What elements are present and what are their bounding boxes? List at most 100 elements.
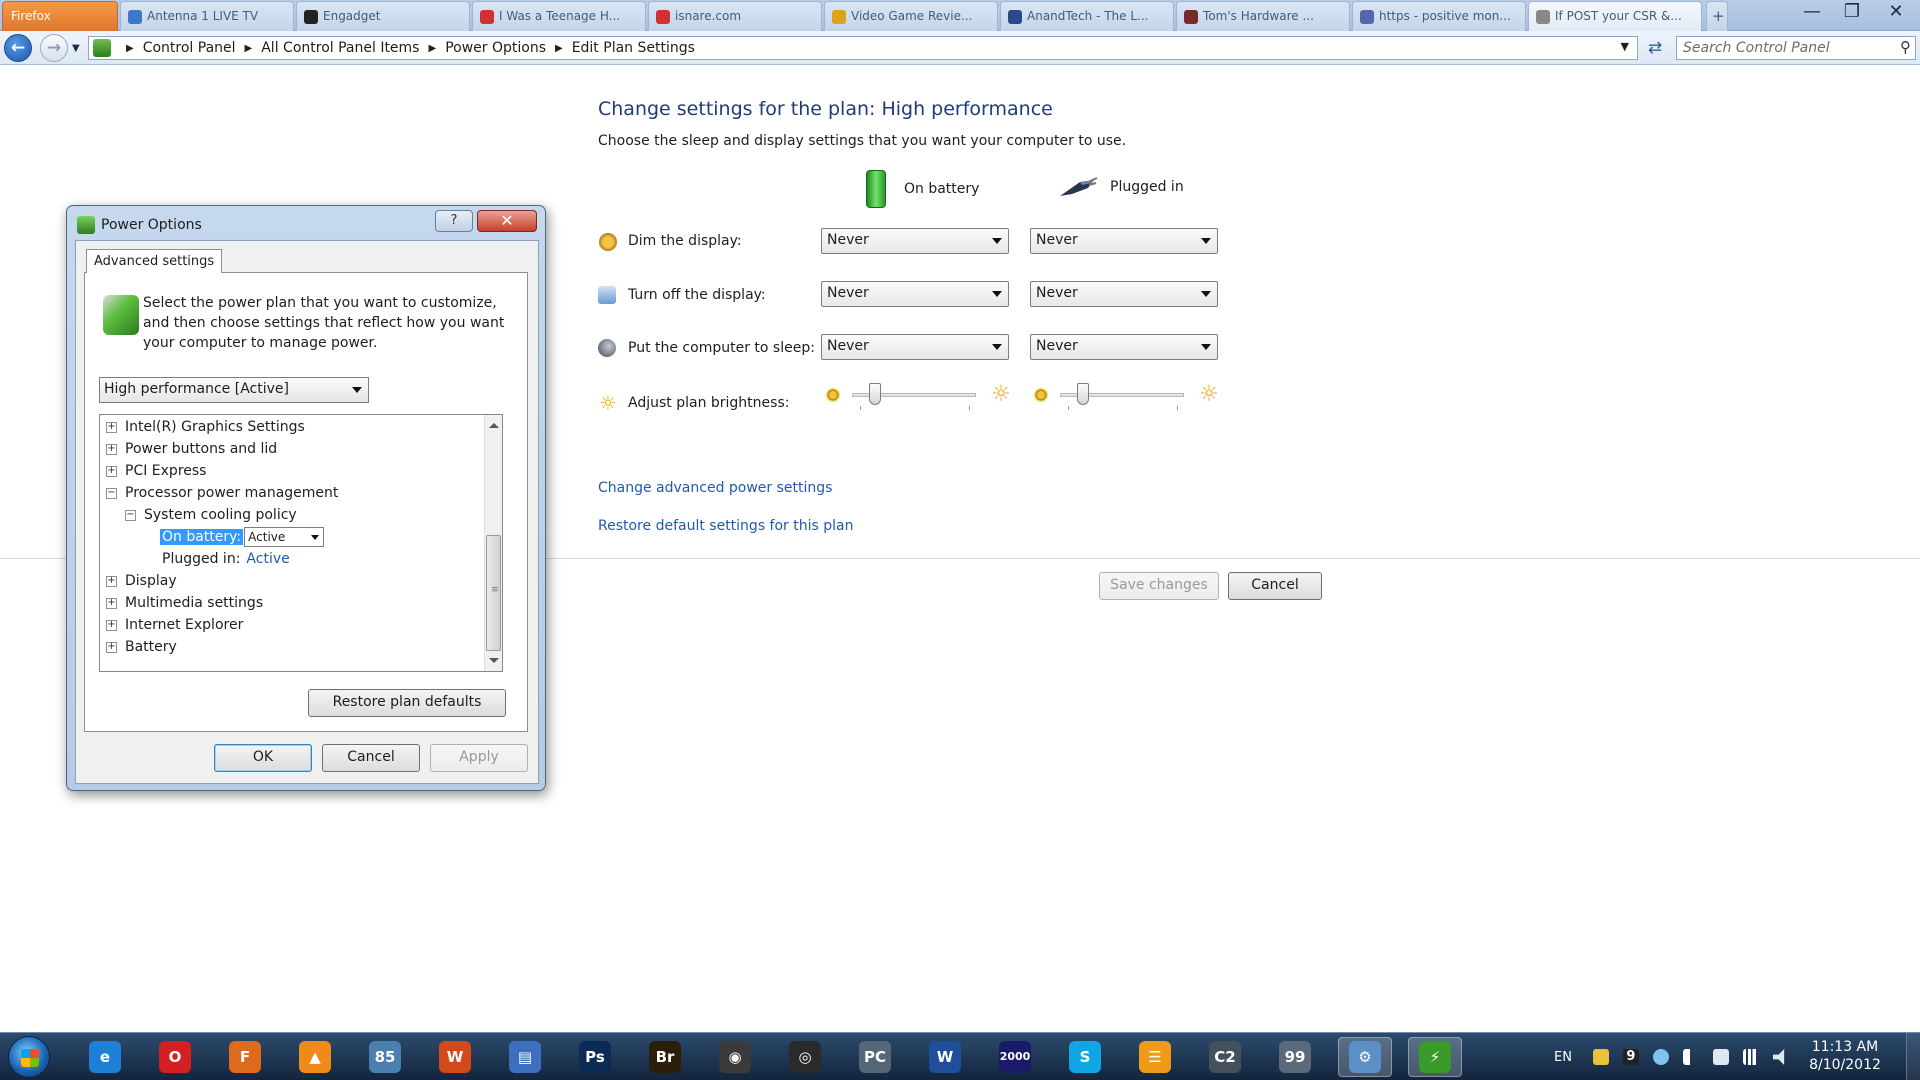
taskbar-wow-button[interactable]: W xyxy=(428,1037,482,1077)
tree-item-internet-explorer[interactable]: + Internet Explorer xyxy=(106,615,243,635)
expand-icon[interactable]: + xyxy=(106,575,117,587)
breadcrumb-control-panel[interactable]: Control Panel xyxy=(143,40,236,56)
collapse-icon[interactable]: − xyxy=(106,487,117,499)
collapse-icon[interactable]: − xyxy=(125,509,136,521)
clock[interactable]: 11:13 AM 8/10/2012 xyxy=(1800,1038,1890,1074)
advanced-settings-link[interactable]: Change advanced power settings xyxy=(598,480,832,496)
tree-item-processor[interactable]: − Processor power management xyxy=(106,483,338,503)
power-plan-select[interactable]: High performance [Active] xyxy=(99,377,369,403)
ok-button[interactable]: OK xyxy=(214,744,312,772)
taskbar-monitor-99-button[interactable]: 99 xyxy=(1268,1037,1322,1077)
tree-scrollbar[interactable]: ≡ xyxy=(484,415,502,671)
dim-display-battery-select[interactable]: Never xyxy=(821,228,1009,254)
browser-tab[interactable]: Tom's Hardware ... xyxy=(1176,1,1350,31)
scroll-up-icon[interactable] xyxy=(489,423,499,428)
taskbar-camera-button[interactable]: ◉ xyxy=(708,1037,762,1077)
scroll-thumb[interactable]: ≡ xyxy=(486,535,501,651)
tab-advanced-settings[interactable]: Advanced settings xyxy=(86,249,223,273)
restore-plan-defaults-button[interactable]: Restore plan defaults xyxy=(308,689,506,717)
maximize-button[interactable]: ❐ xyxy=(1832,0,1872,26)
tree-item-graphics[interactable]: + Intel(R) Graphics Settings xyxy=(106,417,305,437)
taskbar-firefox-button[interactable]: F xyxy=(218,1037,272,1077)
chevron-right-icon[interactable]: ▶ xyxy=(555,43,563,54)
power-battery-icon[interactable] xyxy=(1712,1049,1729,1065)
breadcrumb-all-items[interactable]: All Control Panel Items xyxy=(261,40,419,56)
close-window-button[interactable]: ✕ xyxy=(1872,0,1920,26)
browser-tab[interactable]: isnare.com xyxy=(648,1,822,31)
browser-tab[interactable]: Antenna 1 LIVE TV xyxy=(120,1,294,31)
taskbar-ardt-2000-button[interactable]: 2000 xyxy=(988,1037,1042,1077)
turn-off-display-plugged-select[interactable]: Never xyxy=(1030,281,1218,307)
tree-item-multimedia[interactable]: + Multimedia settings xyxy=(106,593,263,613)
search-icon[interactable]: ⚲ xyxy=(1900,38,1911,56)
expand-icon[interactable]: + xyxy=(106,641,117,653)
tree-item-display[interactable]: + Display xyxy=(106,571,177,591)
sleep-plugged-select[interactable]: Never xyxy=(1030,334,1218,360)
browser-tab[interactable]: Engadget xyxy=(296,1,470,31)
breadcrumb[interactable]: ▶ Control Panel ▶ All Control Panel Item… xyxy=(88,36,1638,60)
dim-display-plugged-select[interactable]: Never xyxy=(1030,228,1218,254)
breadcrumb-power-options[interactable]: Power Options xyxy=(445,40,546,56)
tree-item-battery[interactable]: + Battery xyxy=(106,637,177,657)
help-button[interactable]: ? xyxy=(435,210,473,232)
expand-icon[interactable]: + xyxy=(106,443,117,455)
tree-item-power-buttons[interactable]: + Power buttons and lid xyxy=(106,439,277,459)
taskbar-power-options-button[interactable]: ⚡ xyxy=(1408,1037,1462,1077)
minimize-button[interactable]: — xyxy=(1792,0,1832,26)
show-desktop-button[interactable] xyxy=(1906,1033,1920,1080)
tree-item-pci-express[interactable]: + PCI Express xyxy=(106,461,206,481)
volume-icon[interactable] xyxy=(1772,1049,1785,1065)
forward-button[interactable]: → xyxy=(40,34,68,62)
taskbar-control-panel-button[interactable]: ⚙ xyxy=(1338,1037,1392,1077)
start-button[interactable] xyxy=(8,1036,50,1078)
taskbar-internet-explorer-button[interactable]: e xyxy=(78,1037,132,1077)
wifi-signal-icon[interactable] xyxy=(1742,1049,1759,1065)
network-sharing-icon[interactable] xyxy=(1652,1049,1669,1065)
expand-icon[interactable]: + xyxy=(106,619,117,631)
expand-icon[interactable]: + xyxy=(106,421,117,433)
browser-tab[interactable]: AnandTech - The L... xyxy=(1000,1,1174,31)
chevron-right-icon[interactable]: ▶ xyxy=(126,43,134,54)
expand-icon[interactable]: + xyxy=(106,597,117,609)
taskbar-pc-tool-button[interactable]: PC xyxy=(848,1037,902,1077)
settings-tree[interactable]: + Intel(R) Graphics Settings + Power butto… xyxy=(99,414,503,672)
taskbar-word-button[interactable]: W xyxy=(918,1037,972,1077)
browser-tab[interactable]: https - positive mon... xyxy=(1352,1,1526,31)
cancel-button[interactable]: Cancel xyxy=(1228,572,1322,600)
save-changes-button[interactable]: Save changes xyxy=(1099,572,1219,600)
taskbar-floppy-button[interactable]: ▤ xyxy=(498,1037,552,1077)
action-center-flag-icon[interactable] xyxy=(1682,1049,1699,1065)
taskbar-orange-app-button[interactable]: ☰ xyxy=(1128,1037,1182,1077)
taskbar-vlc-button[interactable]: ▲ xyxy=(288,1037,342,1077)
browser-tab[interactable]: I Was a Teenage H... xyxy=(472,1,646,31)
sleep-battery-select[interactable]: Never xyxy=(821,334,1009,360)
apply-button[interactable]: Apply xyxy=(430,744,528,772)
recent-pages-dropdown[interactable]: ▼ xyxy=(72,43,80,54)
tree-item-cooling-policy[interactable]: − System cooling policy xyxy=(125,505,297,525)
taskbar-bridge-button[interactable]: Br xyxy=(638,1037,692,1077)
taskbar-photoshop-button[interactable]: Ps xyxy=(568,1037,622,1077)
chevron-right-icon[interactable]: ▶ xyxy=(245,43,253,54)
plugged-in-value[interactable]: Active xyxy=(246,551,289,567)
taskbar-skype-button[interactable]: S xyxy=(1058,1037,1112,1077)
brightness-battery-slider[interactable] xyxy=(868,383,881,405)
chevron-right-icon[interactable]: ▶ xyxy=(428,43,436,54)
back-button[interactable]: ← xyxy=(4,34,32,62)
breadcrumb-edit-plan[interactable]: Edit Plan Settings xyxy=(572,40,695,56)
browser-tab[interactable]: Video Game Revie... xyxy=(824,1,998,31)
scroll-down-icon[interactable] xyxy=(489,658,499,663)
tree-item-on-battery[interactable]: On battery: Active xyxy=(160,527,325,547)
tray-app-icon[interactable] xyxy=(1592,1049,1609,1065)
cooling-on-battery-select[interactable]: Active xyxy=(244,527,325,547)
new-tab-button[interactable]: + xyxy=(1706,1,1728,31)
firefox-menu-button[interactable]: Firefox xyxy=(2,1,118,31)
tray-badge-icon[interactable]: 9 xyxy=(1622,1049,1639,1065)
refresh-icon[interactable]: ⇄ xyxy=(1644,37,1666,59)
dialog-cancel-button[interactable]: Cancel xyxy=(322,744,420,772)
turn-off-display-battery-select[interactable]: Never xyxy=(821,281,1009,307)
brightness-plugged-slider[interactable] xyxy=(1076,383,1089,405)
expand-icon[interactable]: + xyxy=(106,465,117,477)
address-dropdown-icon[interactable]: ▼ xyxy=(1621,40,1629,53)
restore-defaults-link[interactable]: Restore default settings for this plan xyxy=(598,518,854,534)
tree-item-plugged-in[interactable]: Plugged in: Active xyxy=(162,549,290,569)
